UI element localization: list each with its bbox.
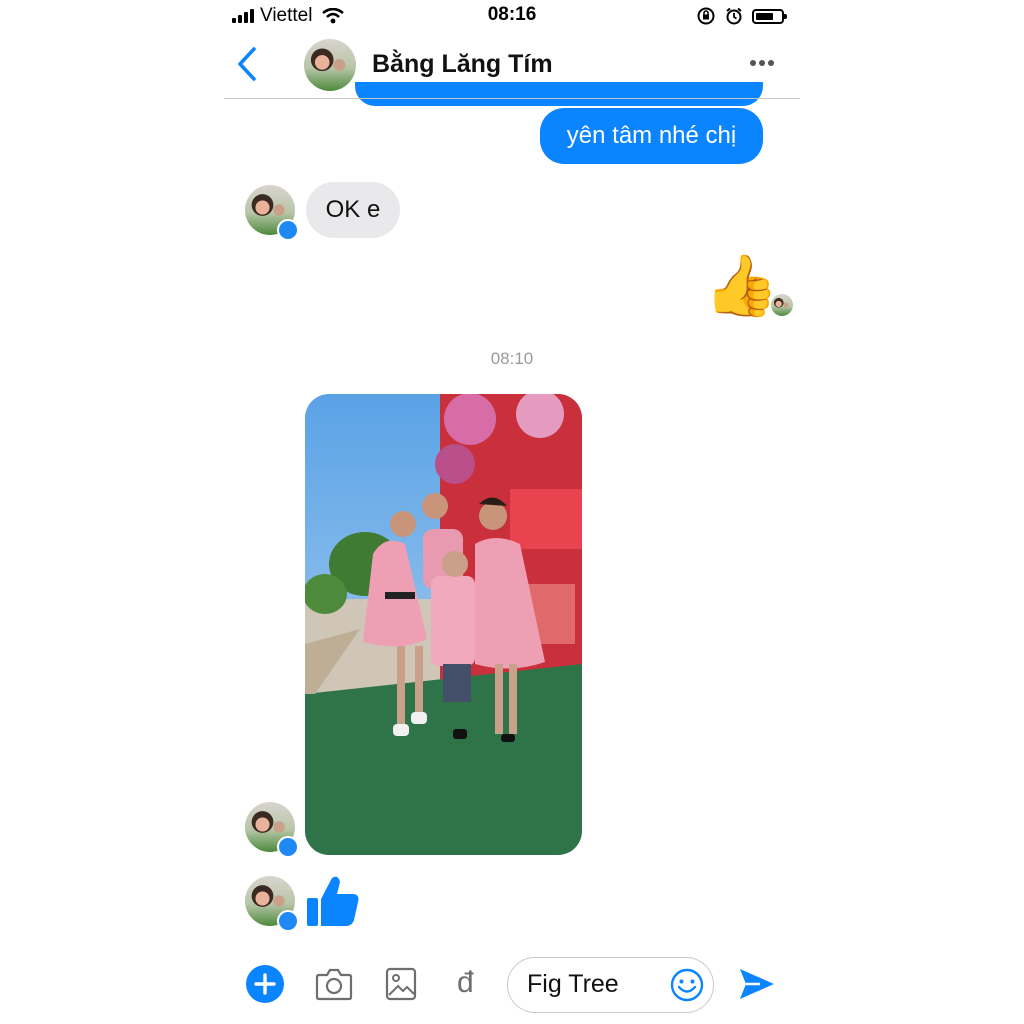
more-dots-icon[interactable] [750, 60, 774, 66]
camera-icon[interactable] [315, 967, 353, 1001]
plus-icon[interactable] [246, 965, 284, 1003]
messenger-badge-icon [277, 219, 299, 241]
battery-icon [752, 8, 787, 24]
smiley-icon[interactable] [669, 967, 705, 1003]
thumbs-up-emoji[interactable]: 👍 [704, 252, 779, 320]
chevron-left-icon[interactable] [236, 46, 258, 82]
payment-button[interactable]: đ [457, 966, 474, 1000]
message-input-text[interactable]: Fig Tree [527, 970, 619, 999]
sent-message[interactable]: yên tâm nhé chị [540, 108, 763, 164]
photo-content [305, 394, 582, 855]
status-time: 08:16 [487, 4, 537, 25]
thumbs-up-icon[interactable] [305, 872, 361, 928]
header-divider [224, 98, 800, 99]
received-message[interactable]: OK e [306, 182, 400, 238]
alarm-icon [726, 7, 742, 25]
contact-name[interactable]: Bằng Lăng Tím [372, 50, 553, 79]
contact-avatar[interactable] [304, 39, 356, 91]
read-receipt-avatar [771, 294, 793, 316]
sent-message-partial[interactable] [355, 82, 763, 106]
image-icon[interactable] [385, 967, 417, 1001]
send-icon[interactable] [738, 966, 776, 1002]
messenger-badge-icon [277, 910, 299, 932]
received-photo[interactable] [305, 394, 582, 855]
status-bar-right [696, 4, 787, 28]
message-timestamp: 08:10 [490, 349, 534, 368]
orientation-lock-icon [697, 7, 715, 25]
messenger-badge-icon [277, 836, 299, 858]
